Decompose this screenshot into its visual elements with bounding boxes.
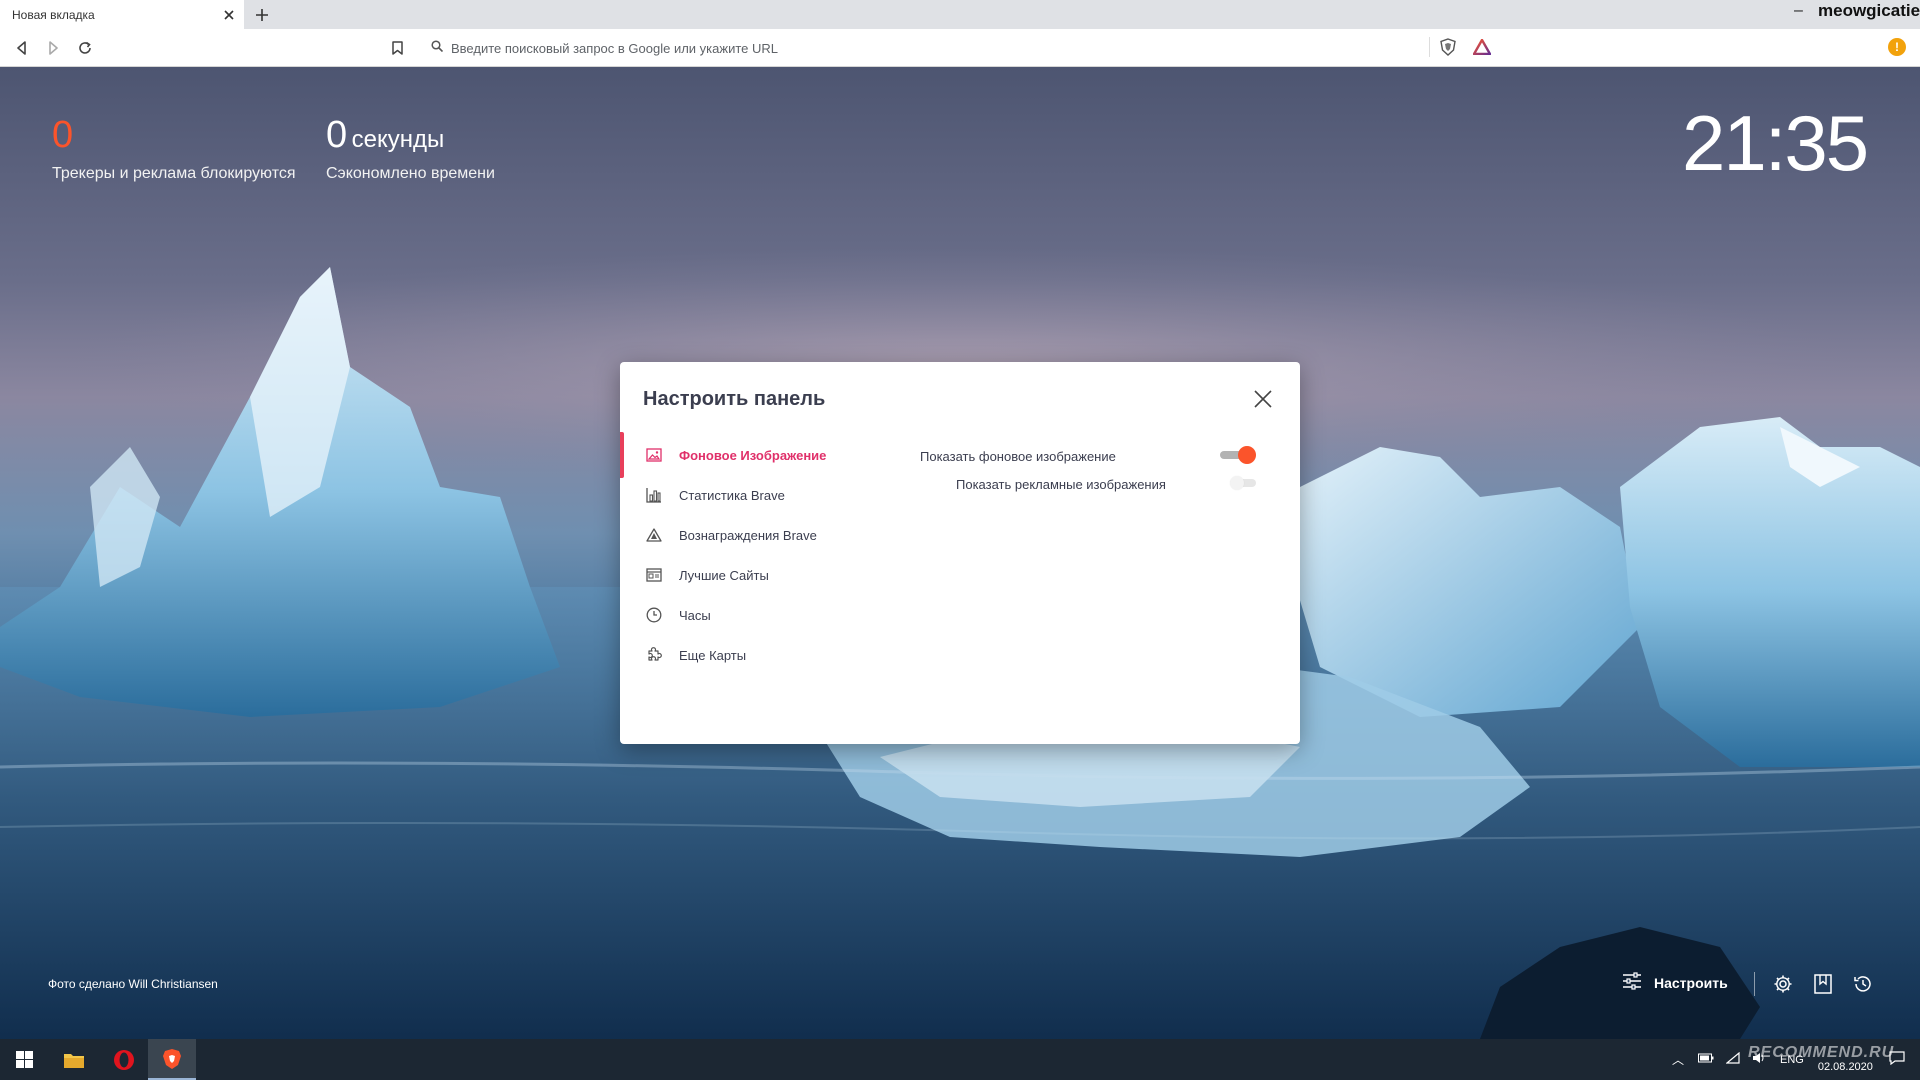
- menu-item-clock[interactable]: Часы: [620, 595, 890, 635]
- menu-item-background-image[interactable]: Фоновое Изображение: [620, 432, 890, 478]
- show-background-toggle[interactable]: [1220, 446, 1256, 464]
- photo-credit-prefix: Фото сделано: [48, 977, 126, 991]
- windows-taskbar: ︿ ENG 02.08.2020 RECOMMEND.RU: [0, 1039, 1920, 1080]
- image-icon: [645, 446, 663, 464]
- customize-dashboard-dialog: Настроить панель Фоновое Изображение Ста…: [620, 362, 1300, 744]
- menu-item-label: Лучшие Сайты: [679, 567, 769, 583]
- brave-shields-icon[interactable]: [1437, 36, 1459, 58]
- rewards-triangle-icon: [645, 526, 663, 544]
- tray-date[interactable]: 02.08.2020: [1818, 1061, 1873, 1073]
- clock-icon: [645, 606, 663, 624]
- opera-browser-icon[interactable]: [100, 1039, 148, 1080]
- photo-credit-author: Will Christiansen: [128, 977, 218, 991]
- time-saved-value: 0: [326, 114, 348, 156]
- menu-item-label: Еще Карты: [679, 647, 747, 663]
- omnibox-divider: [1429, 37, 1430, 57]
- bar-chart-icon: [645, 486, 663, 504]
- tab-close-icon[interactable]: [218, 4, 240, 26]
- close-icon[interactable]: [1252, 388, 1274, 410]
- customize-button[interactable]: Настроить: [1622, 968, 1728, 998]
- watermark: RECOMMEND.RU: [1748, 1044, 1895, 1061]
- sliders-icon: [1622, 971, 1642, 995]
- new-tab-plus-icon[interactable]: [250, 3, 274, 27]
- tab-title: Новая вкладка: [12, 7, 95, 22]
- search-icon: [431, 39, 444, 57]
- menu-item-top-sites[interactable]: Лучшие Сайты: [620, 555, 890, 595]
- tray-chevron-up-icon[interactable]: ︿: [1672, 1051, 1684, 1068]
- menu-item-label: Часы: [679, 607, 711, 623]
- show-background-label: Показать фоновое изображение: [920, 449, 1116, 464]
- windows-start-icon[interactable]: [0, 1039, 48, 1080]
- menu-item-label: Статистика Brave: [679, 487, 785, 503]
- back-arrow-icon[interactable]: [10, 36, 34, 60]
- time-saved-stat: 0 секунды Сэкономлено времени: [326, 115, 495, 183]
- update-alert-icon[interactable]: !: [1888, 38, 1906, 56]
- bookmark-icon[interactable]: [385, 36, 409, 60]
- file-explorer-icon[interactable]: [50, 1039, 98, 1080]
- reload-icon[interactable]: [73, 36, 97, 60]
- omnibox-input[interactable]: [451, 40, 1499, 56]
- dialog-title: Настроить панель: [643, 388, 826, 410]
- settings-gear-icon[interactable]: [1770, 971, 1796, 997]
- tab-strip: Новая вкладка – meowgicatie: [0, 0, 1920, 29]
- wifi-icon[interactable]: [1725, 1051, 1740, 1067]
- brave-rewards-icon[interactable]: [1471, 36, 1493, 58]
- show-ad-images-label: Показать рекламные изображения: [956, 477, 1166, 492]
- trackers-label: Трекеры и реклама блокируются: [52, 165, 296, 182]
- profile-name[interactable]: meowgicatie: [1818, 1, 1920, 21]
- tab-new-tab[interactable]: Новая вкладка: [0, 0, 244, 29]
- toggle-knob: [1238, 446, 1256, 464]
- toggle-knob: [1230, 476, 1244, 490]
- battery-icon[interactable]: [1698, 1053, 1714, 1066]
- time-saved-unit: секунды: [351, 126, 445, 153]
- brave-browser-icon[interactable]: [148, 1039, 196, 1080]
- top-sites-icon: [645, 566, 663, 584]
- menu-item-label: Фоновое Изображение: [679, 447, 827, 463]
- puzzle-icon: [645, 646, 663, 664]
- bottom-divider: [1754, 972, 1755, 996]
- show-ad-images-toggle[interactable]: [1230, 474, 1256, 492]
- menu-item-brave-stats[interactable]: Статистика Brave: [620, 475, 890, 515]
- photo-credit: Фото сделано Will Christiansen: [48, 977, 218, 991]
- customize-label: Настроить: [1654, 975, 1728, 991]
- clock: 21:35: [1682, 99, 1869, 187]
- menu-item-label: Вознаграждения Brave: [679, 527, 817, 543]
- time-saved-label: Сэкономлено времени: [326, 165, 495, 182]
- trackers-count: 0: [52, 114, 74, 156]
- minimize-window-button[interactable]: –: [1794, 2, 1810, 24]
- bookmarks-icon[interactable]: [1810, 971, 1836, 997]
- forward-arrow-icon[interactable]: [41, 36, 65, 60]
- menu-item-more-cards[interactable]: Еще Карты: [620, 635, 890, 675]
- browser-toolbar: [0, 29, 1920, 67]
- address-bar[interactable]: [419, 33, 1499, 63]
- menu-item-brave-rewards[interactable]: Вознаграждения Brave: [620, 515, 890, 555]
- history-icon[interactable]: [1850, 971, 1876, 997]
- trackers-blocked-stat: 0 Трекеры и реклама блокируются: [52, 115, 296, 183]
